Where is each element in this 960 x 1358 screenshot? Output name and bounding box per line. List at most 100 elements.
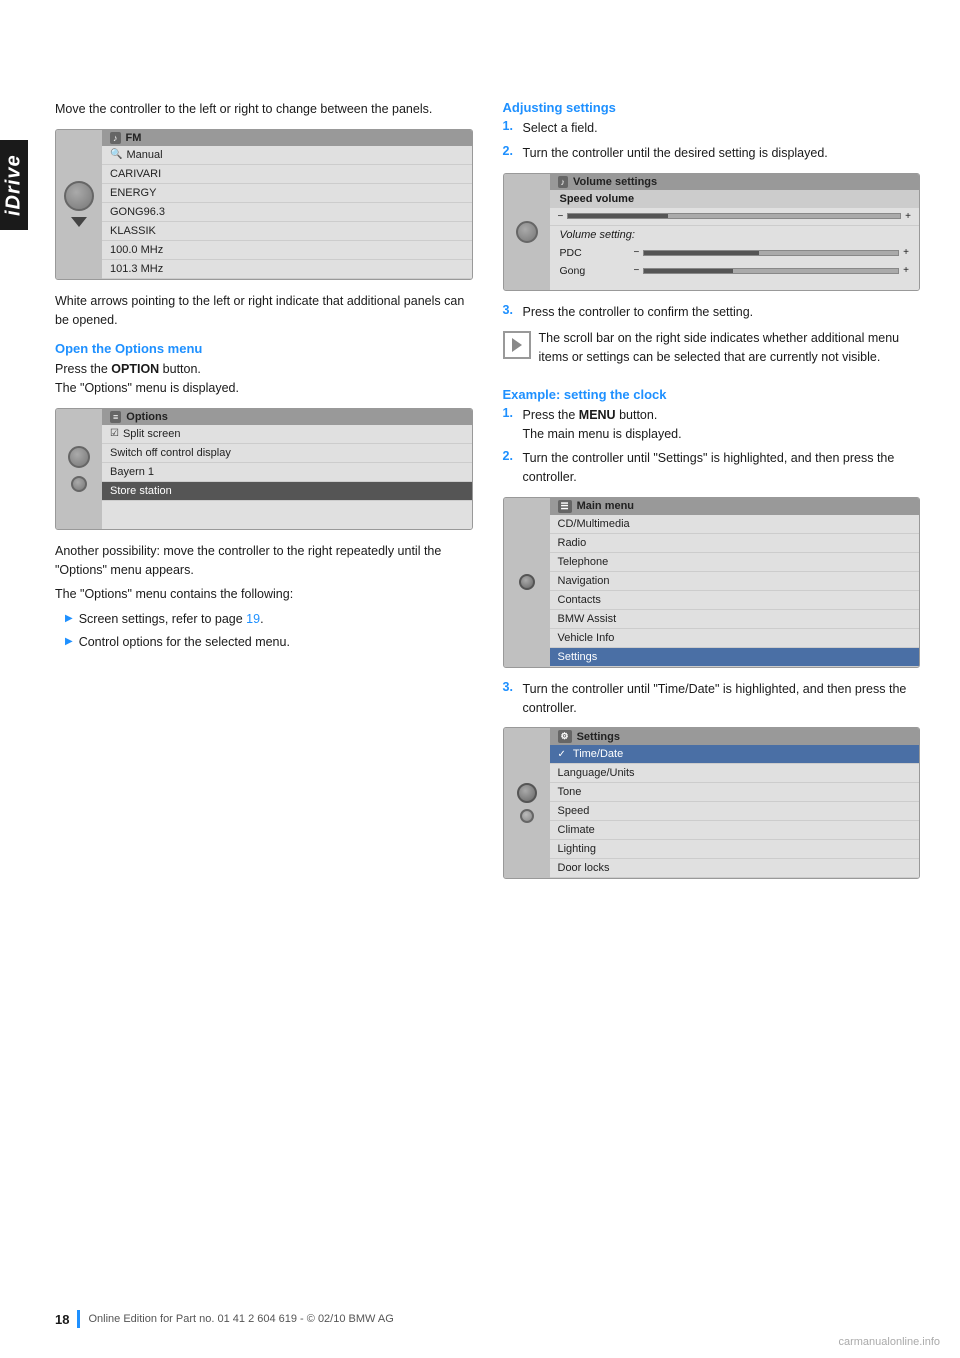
volume-title-bar: ♪ Volume settings — [550, 174, 920, 190]
vol-spacer — [550, 280, 920, 290]
main-row-telephone: Telephone — [550, 553, 920, 572]
check-icon: ✓ — [558, 749, 566, 760]
fm-row-manual: 🔍 Manual — [102, 146, 472, 165]
gear-icon — [519, 574, 535, 590]
fm-row-gong: GONG96.3 — [102, 203, 472, 222]
main-row-bmw: BMW Assist — [550, 610, 920, 629]
fm-screen-area: ♪ FM 🔍 Manual CARIVARI ENERGY GONG96.3 K… — [102, 130, 472, 279]
ex-text-1: Press the MENU button. The main menu is … — [523, 406, 921, 444]
settings-row-climate: Climate — [550, 821, 920, 840]
options-spacer — [102, 501, 472, 529]
scroll-note: The scroll bar on the right side indicat… — [503, 329, 921, 375]
volume-title: Volume settings — [573, 176, 657, 188]
step-text-1: Select a field. — [523, 119, 921, 138]
options-intro-press: Press the OPTION button. The "Options" m… — [55, 360, 473, 398]
options-screen: ≡ Options ☑ Split screen Switch off cont… — [55, 408, 473, 530]
menu-bold: MENU — [579, 408, 616, 422]
main-menu-title-bar: ☰ Main menu — [550, 498, 920, 515]
bullet-text-1: Screen settings, refer to page 19. — [79, 610, 264, 629]
bullet-screen-settings: ▶ Screen settings, refer to page 19. — [55, 610, 473, 629]
main-menu-title: Main menu — [577, 500, 634, 512]
possibility-text: Another possibility: move the controller… — [55, 542, 473, 580]
volume-screen-area: ♪ Volume settings Speed volume − + Volum… — [550, 174, 920, 290]
main-row-contacts: Contacts — [550, 591, 920, 610]
footer-bar — [77, 1310, 80, 1328]
fm-row-energy: ENERGY — [102, 184, 472, 203]
main-menu-screen: ☰ Main menu CD/Multimedia Radio Telephon… — [503, 497, 921, 668]
main-row-radio: Radio — [550, 534, 920, 553]
right-column: Adjusting settings 1. Select a field. 2.… — [503, 100, 921, 891]
contains-text: The "Options" menu contains the followin… — [55, 585, 473, 604]
checkmark-icon: ☑ — [110, 428, 119, 439]
speed-vol-bar-row: − + — [550, 208, 920, 226]
adjusting-heading: Adjusting settings — [503, 100, 921, 115]
bullet-text-2: Control options for the selected menu. — [79, 633, 290, 652]
ctrl-small-knob — [68, 446, 90, 468]
controller-settings — [504, 728, 550, 878]
menu-icon: ☰ — [558, 500, 572, 513]
settings-row-speed: Speed — [550, 802, 920, 821]
bullet-arrow-icon-1: ▶ — [65, 613, 73, 629]
ex-step-1: 1. Press the MENU button. The main menu … — [503, 406, 921, 444]
fm-title-bar: ♪ FM — [102, 130, 472, 146]
fm-title: FM — [126, 132, 142, 144]
bullet-arrow-icon-2: ▶ — [65, 636, 73, 652]
volume-icon: ♪ — [558, 176, 569, 188]
options-intro-displayed: The "Options" menu is displayed. — [55, 381, 239, 395]
settings-row-door: Door locks — [550, 859, 920, 878]
main-row-navigation: Navigation — [550, 572, 920, 591]
step-num-2: 2. — [503, 144, 517, 163]
adj-step-2: 2. Turn the controller until the desired… — [503, 144, 921, 163]
white-arrows-text: White arrows pointing to the left or rig… — [55, 292, 473, 330]
footer-text: Online Edition for Part no. 01 41 2 604 … — [88, 1313, 393, 1325]
note-text: The scroll bar on the right side indicat… — [539, 329, 921, 367]
settings-btn — [520, 809, 534, 823]
ex-step-2: 2. Turn the controller until "Settings" … — [503, 449, 921, 487]
settings-icon: ⚙ — [558, 730, 572, 743]
step-num-3: 3. — [503, 303, 517, 322]
step-text-3: Press the controller to confirm the sett… — [523, 303, 921, 322]
ex-num-3: 3. — [503, 680, 517, 718]
step-num-1: 1. — [503, 119, 517, 138]
controller-main — [504, 498, 550, 667]
options-title: Options — [126, 411, 168, 423]
adj-step-3: 3. Press the controller to confirm the s… — [503, 303, 921, 322]
vol-row-gong: Gong − + — [550, 262, 920, 280]
settings-row-lang: Language/Units — [550, 764, 920, 783]
ex-text-2: Turn the controller until "Settings" is … — [523, 449, 921, 487]
intro-text: Move the controller to the left or right… — [55, 100, 473, 119]
controller-options — [56, 409, 102, 529]
main-row-settings: Settings — [550, 648, 920, 667]
main-row-vehicle: Vehicle Info — [550, 629, 920, 648]
options-icon: ≡ — [110, 411, 121, 423]
vol-row-pdc: PDC − + — [550, 244, 920, 262]
adj-step-1: 1. Select a field. — [503, 119, 921, 138]
settings-screen: ⚙ Settings ✓ Time/Date Language/Units To… — [503, 727, 921, 879]
radio-icon: ♪ — [110, 132, 121, 144]
speed-vol-row: Speed volume — [550, 190, 920, 208]
page-number: 18 — [55, 1312, 69, 1327]
main-row-cd: CD/Multimedia — [550, 515, 920, 534]
settings-title: Settings — [577, 731, 620, 743]
ctrl-button — [71, 476, 87, 492]
fm-screen: ♪ FM 🔍 Manual CARIVARI ENERGY GONG96.3 K… — [55, 129, 473, 280]
options-row-switch: Switch off control display — [102, 444, 472, 463]
option-bold: OPTION — [111, 362, 159, 376]
fm-row-klassik: KLASSIK — [102, 222, 472, 241]
options-row-split: ☑ Split screen — [102, 425, 472, 444]
step-text-2: Turn the controller until the desired se… — [523, 144, 921, 163]
fm-row-101: 101.3 MHz — [102, 260, 472, 279]
settings-row-lighting: Lighting — [550, 840, 920, 859]
ex-num-2: 2. — [503, 449, 517, 487]
page-19-link[interactable]: 19 — [246, 612, 260, 626]
triangle-inner — [512, 338, 522, 352]
controller-left — [56, 130, 102, 279]
settings-screen-area: ⚙ Settings ✓ Time/Date Language/Units To… — [550, 728, 920, 878]
options-row-bayern: Bayern 1 — [102, 463, 472, 482]
options-heading: Open the Options menu — [55, 341, 473, 356]
side-tab: iDrive — [0, 140, 28, 230]
options-screen-area: ≡ Options ☑ Split screen Switch off cont… — [102, 409, 472, 529]
ex-step-3: 3. Turn the controller until "Time/Date"… — [503, 680, 921, 718]
footer: 18 Online Edition for Part no. 01 41 2 6… — [0, 1310, 960, 1328]
down-arrow-icon — [71, 217, 87, 227]
